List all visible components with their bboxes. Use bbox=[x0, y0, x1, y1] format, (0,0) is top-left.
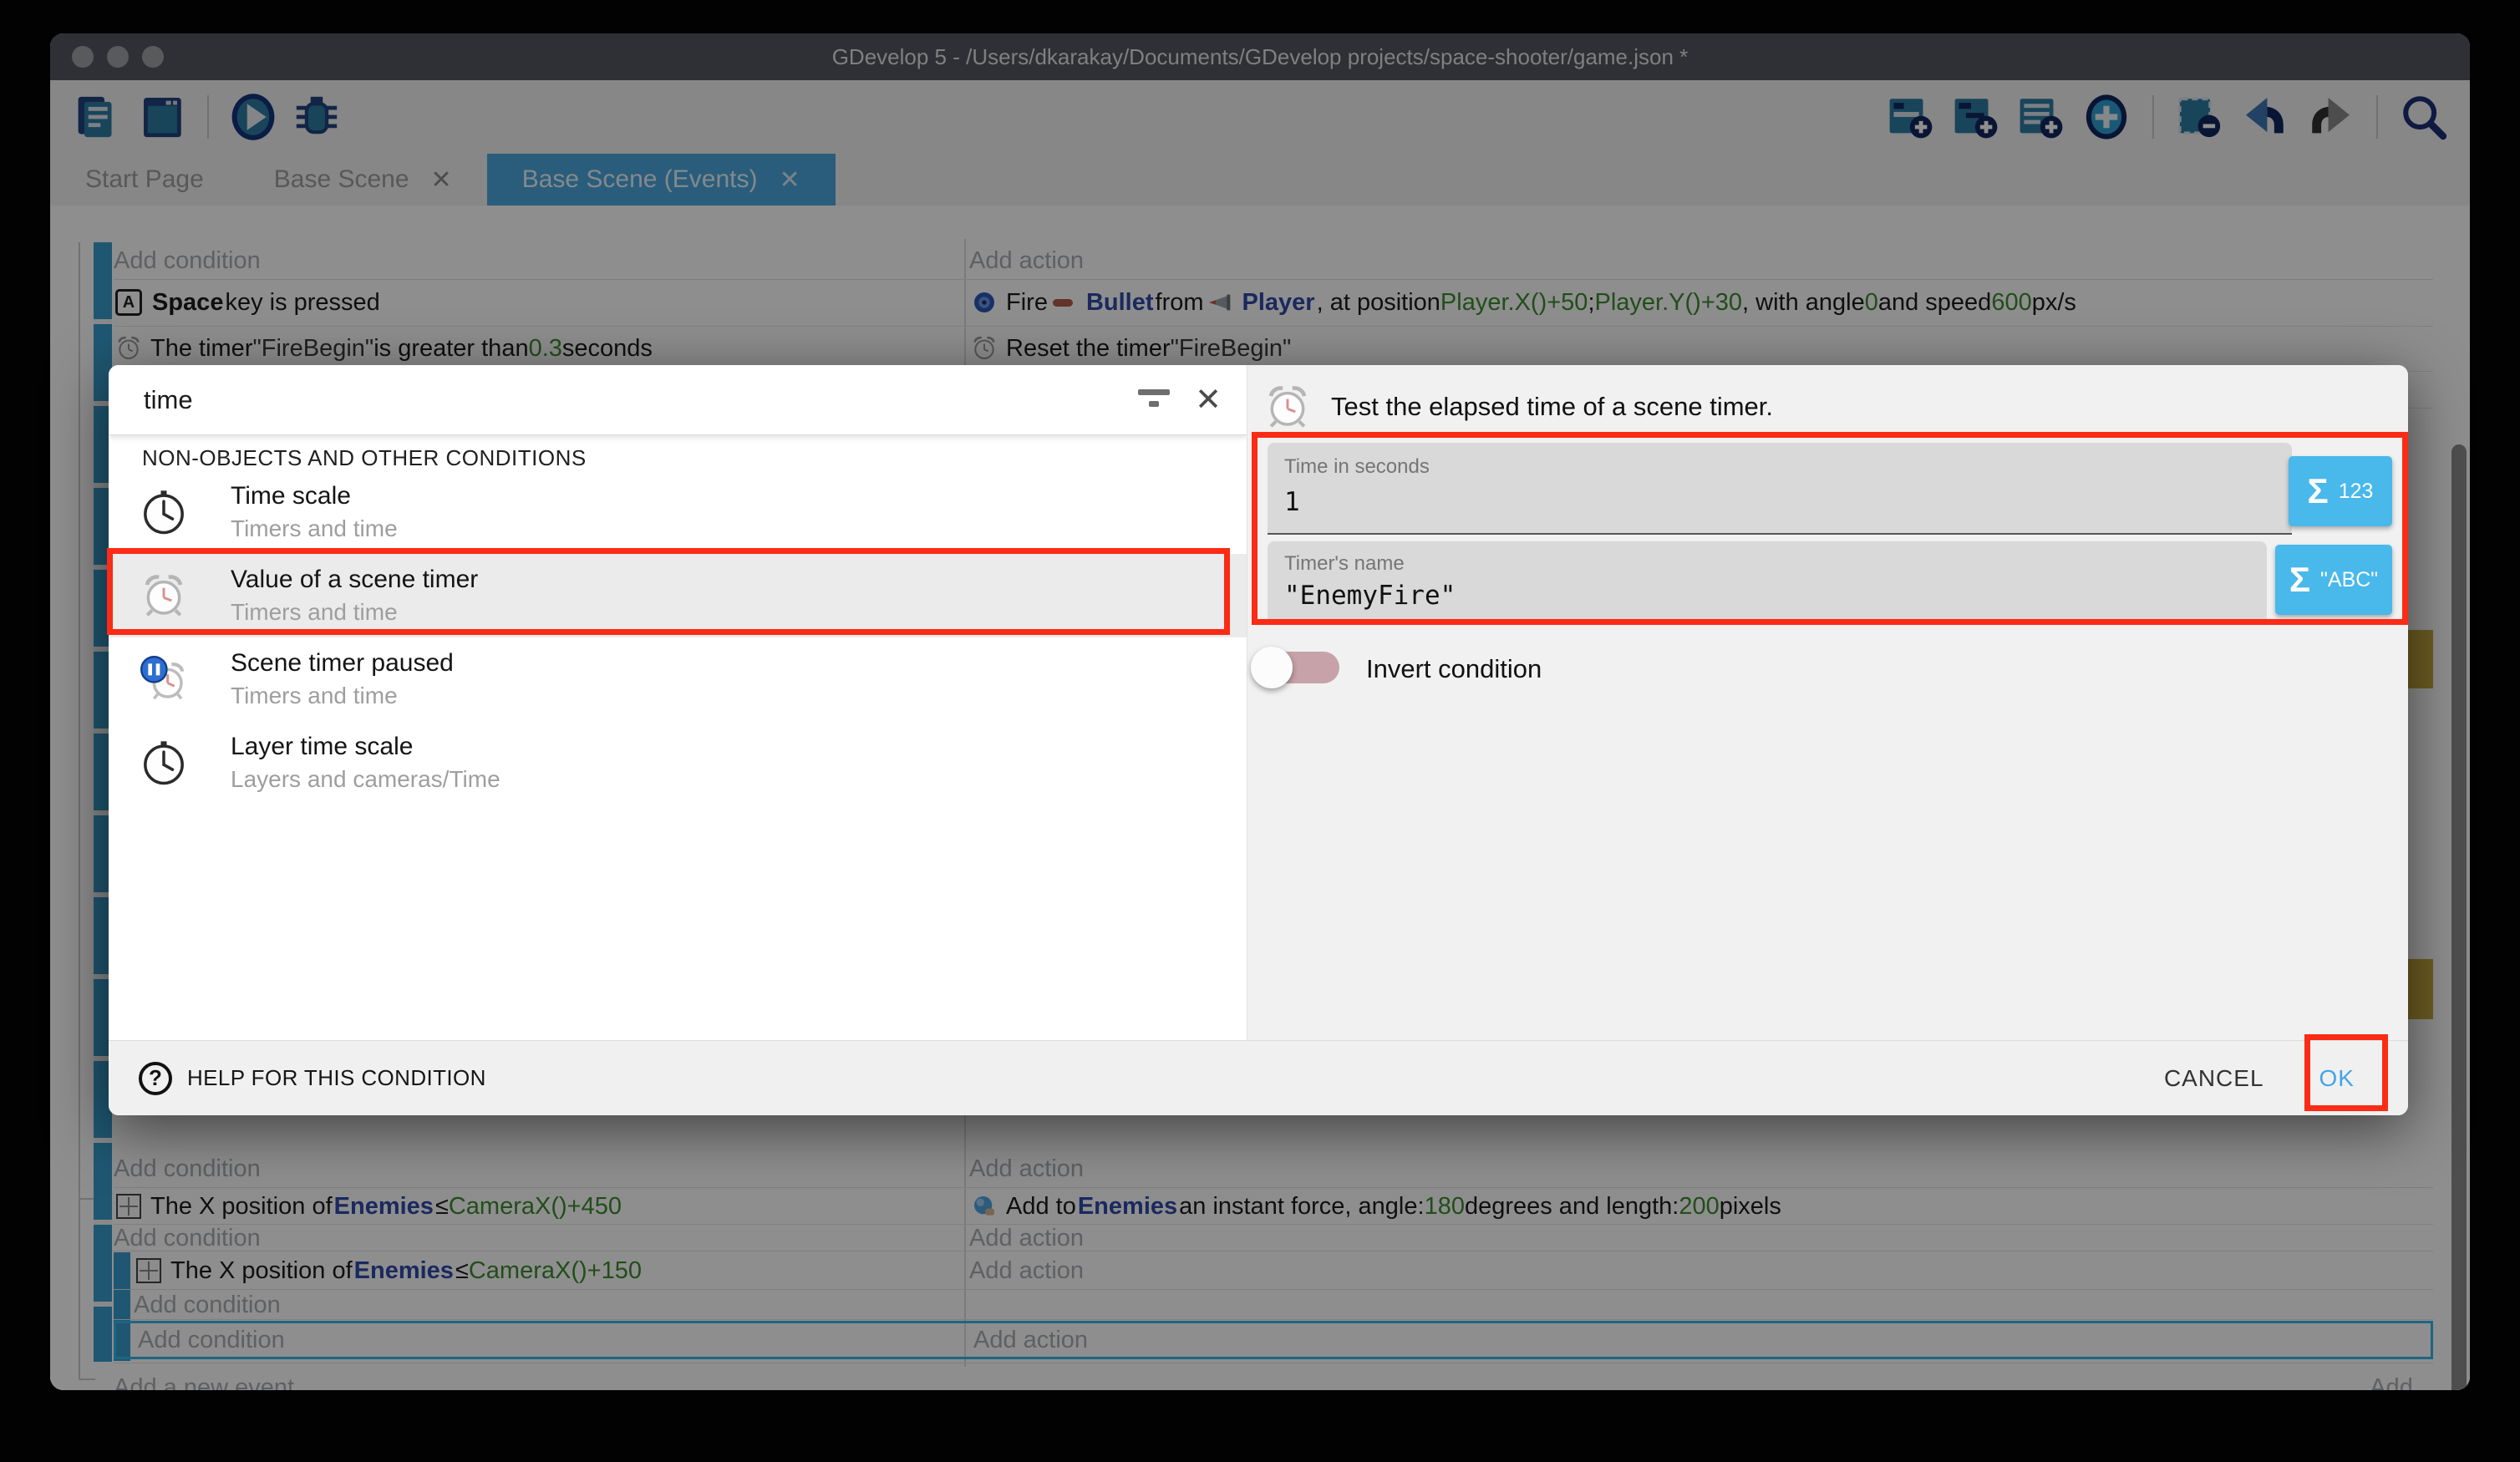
condition-chooser-panel: ✕ NON-OBJECTS AND OTHER CONDITIONS Time … bbox=[109, 365, 1247, 1040]
search-bar: ✕ bbox=[109, 365, 1247, 435]
scene-timer-paused-icon bbox=[139, 654, 189, 704]
list-item-title: Time scale bbox=[231, 480, 398, 513]
condition-list-item-layer-time-scale[interactable]: Layer time scaleLayers and cameras/Time bbox=[109, 721, 1247, 805]
clock-icon bbox=[139, 738, 189, 788]
condition-list-item-time-scale[interactable]: Time scaleTimers and time bbox=[109, 470, 1247, 554]
alarm-clock-icon bbox=[1264, 383, 1311, 430]
list-item-title: Scene timer paused bbox=[231, 647, 454, 680]
close-icon[interactable]: ✕ bbox=[1195, 381, 1222, 419]
screenshot-stage: GDevelop 5 - /Users/dkarakay/Documents/G… bbox=[0, 0, 2520, 1462]
condition-list-item-scene-timer-paused[interactable]: Scene timer pausedTimers and time bbox=[109, 637, 1247, 721]
toggle-thumb[interactable] bbox=[1251, 647, 1293, 688]
list-item-text: Scene timer pausedTimers and time bbox=[231, 647, 454, 712]
condition-description: Test the elapsed time of a scene timer. bbox=[1331, 392, 1773, 422]
clock-icon bbox=[139, 487, 189, 537]
help-icon[interactable]: ? bbox=[139, 1062, 172, 1095]
annotation-box-ok bbox=[2304, 1034, 2388, 1111]
search-input[interactable] bbox=[142, 384, 1138, 416]
list-item-title: Layer time scale bbox=[231, 730, 500, 764]
list-item-text: Time scaleTimers and time bbox=[231, 480, 398, 545]
detail-header: Test the elapsed time of a scene timer. bbox=[1264, 383, 1773, 430]
annotation-box-fields bbox=[1252, 432, 2408, 625]
list-item-subtitle: Timers and time bbox=[231, 513, 398, 545]
help-link[interactable]: HELP FOR THIS CONDITION bbox=[187, 1065, 486, 1091]
dialog-footer: ? HELP FOR THIS CONDITION CANCEL OK bbox=[109, 1040, 2408, 1115]
invert-condition-label: Invert condition bbox=[1366, 654, 1542, 684]
list-item-subtitle: Timers and time bbox=[231, 680, 454, 712]
section-header: NON-OBJECTS AND OTHER CONDITIONS bbox=[142, 445, 587, 471]
list-item-subtitle: Layers and cameras/Time bbox=[231, 764, 500, 795]
list-item-text: Layer time scaleLayers and cameras/Time bbox=[231, 730, 500, 795]
filter-icon[interactable] bbox=[1138, 388, 1171, 413]
cancel-button[interactable]: CANCEL bbox=[2139, 1048, 2289, 1109]
annotation-box-list-item bbox=[107, 548, 1230, 635]
